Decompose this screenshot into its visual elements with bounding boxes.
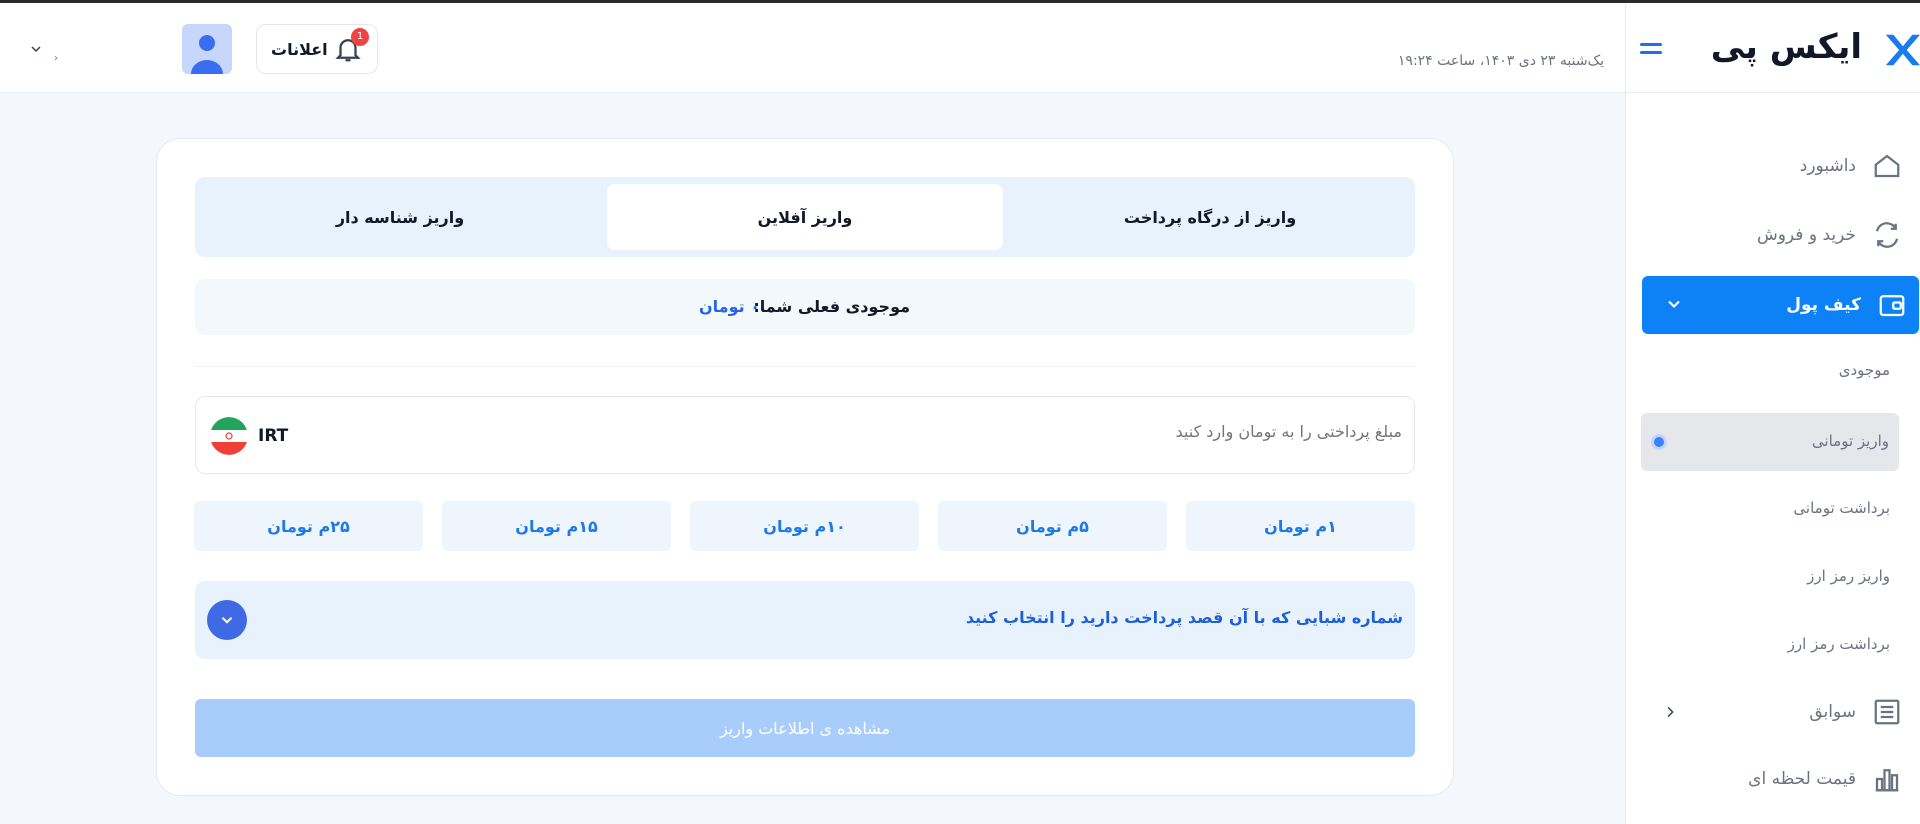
amount-presets: ۱م تومان ۵م تومان ۱۰م تومان ۱۵م تومان ۲۵… <box>194 501 1415 551</box>
wallet-icon <box>1879 295 1905 317</box>
sidebar-subitem-crypto-withdraw[interactable]: برداشت رمز ارز <box>1788 635 1890 653</box>
active-dot-icon <box>1651 434 1667 450</box>
amount-input[interactable] <box>802 422 1402 441</box>
user-name: › <box>54 53 58 64</box>
user-avatar[interactable] <box>182 24 232 74</box>
balance-label: موجودی فعلی شما: <box>753 297 910 316</box>
list-icon <box>1874 699 1900 725</box>
amount-field[interactable]: IRT <box>195 396 1415 474</box>
menu-toggle-icon[interactable] <box>1640 43 1662 59</box>
top-header: یک‌شنبه ۲۳ دی ۱۴۰۳، ساعت ۱۹:۲۴ اعلانات 1… <box>0 3 1625 93</box>
current-balance: موجودی فعلی شما: ۰ تومان <box>195 279 1415 335</box>
balance-value: ۰ تومان <box>699 297 760 316</box>
sidebar-item-history[interactable]: سوابق <box>1809 692 1902 732</box>
tab-id-deposit[interactable]: واریز شناسه دار <box>202 184 598 250</box>
sheba-dropdown-button[interactable] <box>207 600 247 640</box>
divider <box>195 366 1415 367</box>
sidebar-subitem-toman-deposit[interactable]: واریز تومانی <box>1641 413 1899 471</box>
view-deposit-info-button[interactable]: مشاهده ی اطلاعات واریز <box>195 699 1415 757</box>
sidebar-item-wallet[interactable]: کیف پول <box>1642 276 1919 334</box>
logo-x-icon <box>1885 34 1920 66</box>
sidebar-subitem-crypto-deposit[interactable]: واریز رمز ارز <box>1807 567 1890 585</box>
sheba-label: شماره شبایی که با آن قصد پرداخت دارید را… <box>965 608 1403 627</box>
currency-selector: IRT <box>210 417 288 455</box>
current-datetime: یک‌شنبه ۲۳ دی ۱۴۰۳، ساعت ۱۹:۲۴ <box>1397 53 1604 69</box>
preset-amount[interactable]: ۵م تومان <box>938 501 1167 551</box>
notifications-button[interactable]: اعلانات 1 <box>256 24 378 74</box>
sidebar-item-dashboard[interactable]: داشبورد <box>1800 146 1902 186</box>
bell-icon: 1 <box>333 28 369 64</box>
tab-offline-deposit[interactable]: واریز آفلاین <box>607 184 1003 250</box>
preset-amount[interactable]: ۱۵م تومان <box>442 501 671 551</box>
sidebar-subitem-balance[interactable]: موجودی <box>1839 361 1890 379</box>
logo-text: ایکس پی <box>1710 27 1862 67</box>
home-icon <box>1874 154 1900 178</box>
preset-amount[interactable]: ۱۰م تومان <box>690 501 919 551</box>
chevron-down-icon <box>221 617 233 624</box>
sidebar-item-trade[interactable]: خرید و فروش <box>1757 215 1902 255</box>
bar-chart-icon <box>1875 769 1899 792</box>
sheba-selector[interactable]: شماره شبایی که با آن قصد پرداخت دارید را… <box>195 581 1415 659</box>
deposit-card: واریز از درگاه پرداخت واریز آفلاین واریز… <box>156 138 1454 796</box>
chevron-left-icon[interactable] <box>1662 704 1678 720</box>
iran-flag-icon <box>210 417 248 455</box>
exchange-icon <box>1875 222 1899 248</box>
sidebar: ایکس پی داشبورد خرید و فروش کیف پول موجو… <box>1625 3 1920 824</box>
user-icon <box>191 35 223 74</box>
deposit-tabs: واریز از درگاه پرداخت واریز آفلاین واریز… <box>195 177 1415 257</box>
currency-code: IRT <box>258 426 289 446</box>
tab-gateway-deposit[interactable]: واریز از درگاه پرداخت <box>1012 184 1408 250</box>
chevron-down-icon <box>1668 300 1680 308</box>
sidebar-item-live-price[interactable]: قیمت لحظه ای <box>1748 759 1902 799</box>
logo-row: ایکس پی <box>1626 3 1920 93</box>
preset-amount[interactable]: ۲۵م تومان <box>194 501 423 551</box>
sidebar-subitem-toman-withdraw[interactable]: برداشت تومانی <box>1793 499 1890 517</box>
chevron-down-icon[interactable] <box>28 41 44 57</box>
notification-count-badge: 1 <box>351 28 369 46</box>
preset-amount[interactable]: ۱م تومان <box>1186 501 1415 551</box>
